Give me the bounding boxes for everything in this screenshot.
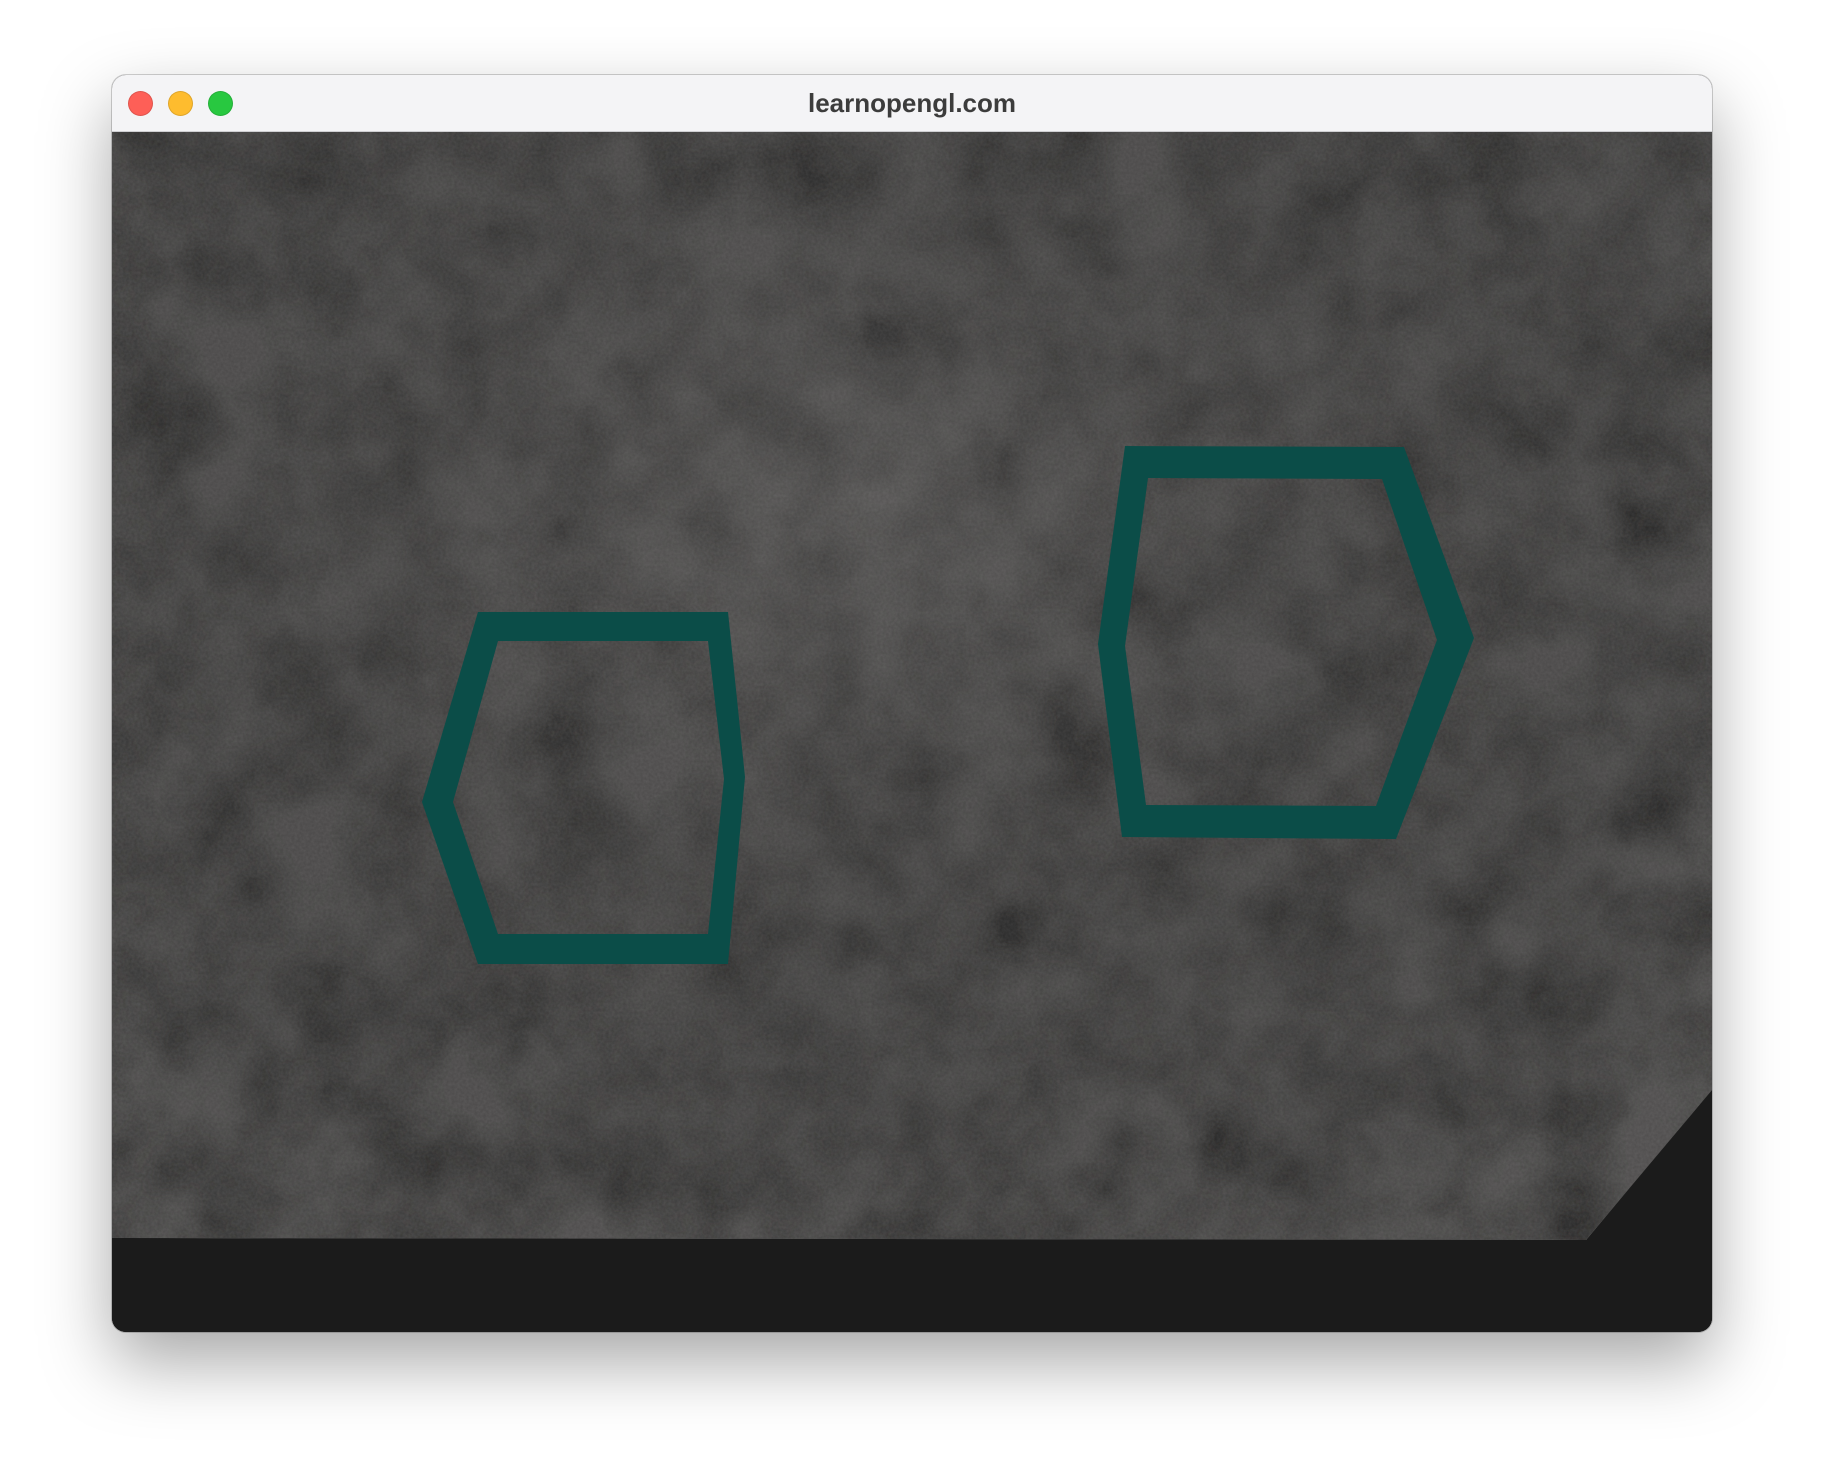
render-scene (112, 132, 1712, 1332)
textured-floor (112, 132, 1712, 1240)
opengl-viewport[interactable] (112, 132, 1712, 1332)
app-window: learnopengl.com (112, 75, 1712, 1332)
title-bar[interactable]: learnopengl.com (112, 75, 1712, 132)
window-title: learnopengl.com (807, 88, 1017, 118)
